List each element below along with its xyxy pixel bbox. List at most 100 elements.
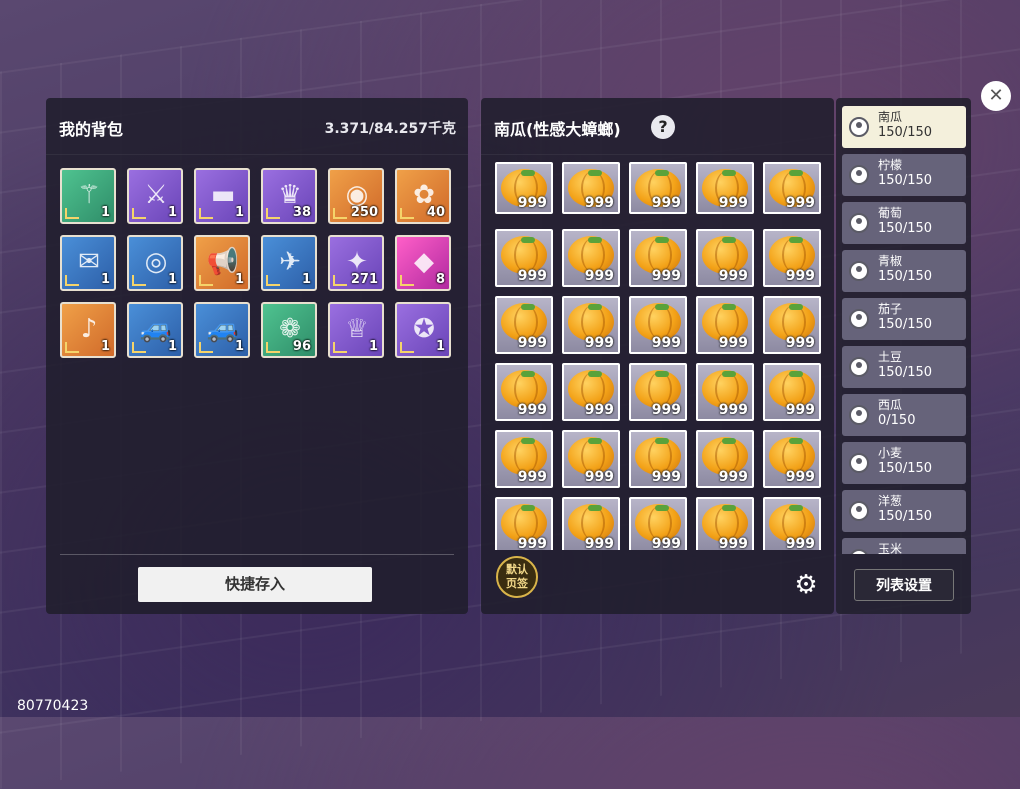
crop-tab[interactable]: 洋葱 150/150	[842, 490, 966, 532]
storage-slot[interactable]: 999	[495, 363, 553, 421]
bound-tag-icon	[400, 208, 414, 219]
crop-tab[interactable]: 茄子 150/150	[842, 298, 966, 340]
backpack-slot[interactable]: ◉ 250	[328, 168, 384, 224]
storage-slot[interactable]: 999	[696, 363, 754, 421]
storage-slot[interactable]: 999	[696, 229, 754, 287]
list-settings-button[interactable]: 列表设置	[854, 569, 954, 601]
backpack-slot[interactable]: ⚚ 1	[60, 168, 116, 224]
storage-slot[interactable]: 999	[562, 497, 620, 550]
user-icon	[849, 405, 869, 425]
storage-slot[interactable]: 999	[763, 497, 821, 550]
bound-tag-icon	[65, 342, 79, 353]
divider	[60, 554, 454, 555]
user-icon	[849, 117, 869, 137]
gear-icon[interactable]: ⚙	[793, 572, 819, 598]
storage-slot[interactable]: 999	[696, 162, 754, 214]
item-count: 1	[435, 339, 445, 354]
item-count: 999	[718, 268, 748, 284]
user-icon	[849, 261, 869, 281]
storage-slot[interactable]: 999	[562, 296, 620, 354]
item-count: 999	[718, 536, 748, 550]
item-count: 999	[517, 335, 547, 351]
backpack-slot[interactable]: ✿ 40	[395, 168, 451, 224]
storage-slot[interactable]: 999	[629, 162, 687, 214]
backpack-weight: 3.371/84.257千克	[324, 121, 456, 137]
item-count: 999	[584, 469, 614, 485]
storage-slot[interactable]: 999	[562, 430, 620, 488]
crop-quantity: 0/150	[878, 413, 916, 428]
storage-slot[interactable]: 999	[629, 296, 687, 354]
backpack-slot[interactable]: ♛ 38	[261, 168, 317, 224]
backpack-panel: 我的背包 3.371/84.257千克 ⚚ 1 ⚔ 1 ▬ 1 ♛ 38 ◉ 250 ✿ 40 ✉ 1 ◎ 1…	[46, 98, 468, 614]
storage-slot[interactable]: 999	[696, 430, 754, 488]
bound-tag-icon	[65, 208, 79, 219]
crop-tab[interactable]: 玉米	[842, 538, 966, 554]
storage-slot[interactable]: 999	[562, 363, 620, 421]
storage-slot[interactable]: 999	[629, 497, 687, 550]
player-uid: 80770423	[17, 698, 89, 714]
storage-slot[interactable]: 999	[763, 296, 821, 354]
item-count: 1	[234, 205, 244, 220]
crop-tab[interactable]: 小麦 150/150	[842, 442, 966, 484]
storage-slot[interactable]: 999	[629, 229, 687, 287]
crop-tab[interactable]: 南瓜 150/150	[842, 106, 966, 148]
storage-slot[interactable]: 999	[629, 430, 687, 488]
bound-tag-icon	[132, 275, 146, 286]
item-count: 999	[785, 195, 815, 211]
crop-tab[interactable]: 土豆 150/150	[842, 346, 966, 388]
backpack-slot[interactable]: ✈ 1	[261, 235, 317, 291]
default-tab-line2: 页签	[506, 577, 528, 590]
crop-quantity: 150/150	[878, 269, 933, 284]
bound-tag-icon	[132, 208, 146, 219]
storage-slot[interactable]: 999	[763, 430, 821, 488]
backpack-slot[interactable]: ✉ 1	[60, 235, 116, 291]
backpack-slot[interactable]: ♪ 1	[60, 302, 116, 358]
crop-tab[interactable]: 柠檬 150/150	[842, 154, 966, 196]
quick-store-button[interactable]: 快捷存入	[138, 567, 372, 602]
crop-tab[interactable]: 葡萄 150/150	[842, 202, 966, 244]
storage-slot[interactable]: 999	[495, 497, 553, 550]
crop-quantity: 150/150	[878, 365, 933, 380]
storage-slot[interactable]: 999	[629, 363, 687, 421]
storage-slot[interactable]: 999	[763, 363, 821, 421]
bound-tag-icon	[333, 342, 347, 353]
item-count: 1	[167, 272, 177, 287]
backpack-slot[interactable]: ⚔ 1	[127, 168, 183, 224]
item-count: 999	[584, 195, 614, 211]
bound-tag-icon	[400, 275, 414, 286]
user-icon	[849, 309, 869, 329]
backpack-slot[interactable]: 📢 1	[194, 235, 250, 291]
item-count: 999	[651, 536, 681, 550]
storage-slot[interactable]: 999	[763, 229, 821, 287]
backpack-slot[interactable]: ▬ 1	[194, 168, 250, 224]
storage-slot[interactable]: 999	[495, 229, 553, 287]
crop-quantity: 150/150	[878, 221, 933, 236]
backpack-slot[interactable]: 🚙 1	[127, 302, 183, 358]
storage-slot[interactable]: 999	[495, 162, 553, 214]
backpack-slot[interactable]: ♕ 1	[328, 302, 384, 358]
storage-slot[interactable]: 999	[696, 296, 754, 354]
storage-slot[interactable]: 999	[562, 162, 620, 214]
item-count: 999	[584, 536, 614, 550]
crop-tab[interactable]: 西瓜 0/150	[842, 394, 966, 436]
close-icon[interactable]: ✕	[981, 81, 1011, 111]
backpack-slot[interactable]: ◎ 1	[127, 235, 183, 291]
storage-slot[interactable]: 999	[562, 229, 620, 287]
item-count: 96	[292, 339, 311, 354]
storage-slot[interactable]: 999	[763, 162, 821, 214]
backpack-slot[interactable]: 🚙 1	[194, 302, 250, 358]
crop-tab[interactable]: 青椒 150/150	[842, 250, 966, 292]
backpack-slot[interactable]: ❁ 96	[261, 302, 317, 358]
item-count: 999	[785, 469, 815, 485]
item-count: 999	[785, 536, 815, 550]
backpack-slot[interactable]: ◆ 8	[395, 235, 451, 291]
default-tab-badge[interactable]: 默认 页签	[496, 556, 538, 598]
storage-slot[interactable]: 999	[495, 430, 553, 488]
backpack-slot[interactable]: ✦ 271	[328, 235, 384, 291]
storage-slot[interactable]: 999	[696, 497, 754, 550]
item-count: 999	[651, 268, 681, 284]
default-tab-line1: 默认	[506, 563, 528, 576]
backpack-slot[interactable]: ✪ 1	[395, 302, 451, 358]
crop-name: 小麦	[878, 446, 903, 460]
storage-slot[interactable]: 999	[495, 296, 553, 354]
